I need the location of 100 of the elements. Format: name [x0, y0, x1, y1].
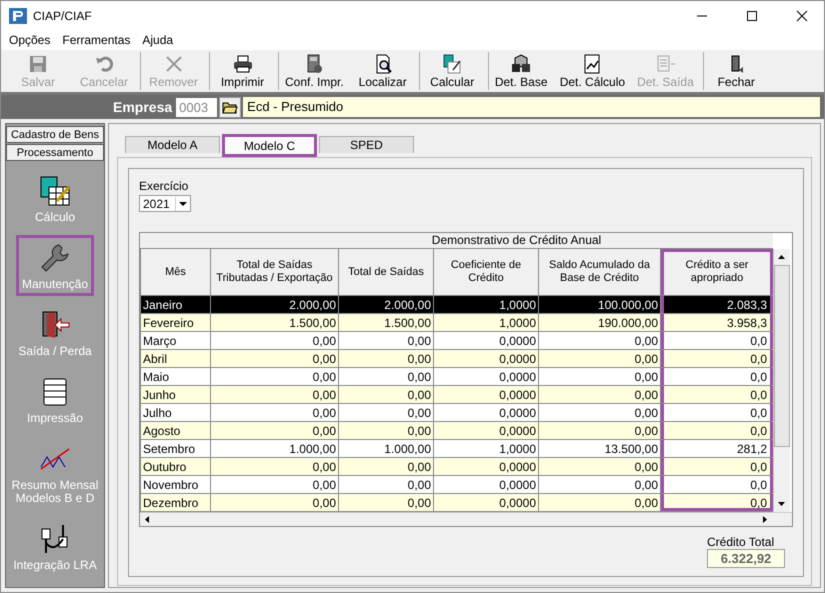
- menu-item[interactable]: Opções: [3, 33, 56, 47]
- table-cell: 0,0: [660, 332, 773, 350]
- table-cell: 0,00: [210, 494, 338, 512]
- table-cell: 0,0000: [434, 386, 538, 404]
- company-name-field[interactable]: Ecd - Presumido: [243, 97, 820, 117]
- app-logo-icon: [9, 8, 27, 24]
- toolbar-button[interactable]: Det. Base: [488, 52, 554, 90]
- table-cell: 2.083,3: [660, 296, 773, 314]
- table-cell: 0,00: [338, 422, 434, 440]
- table-cell: 0,00: [338, 476, 434, 494]
- table-cell: 0,0000: [434, 332, 538, 350]
- table-cell: 0,00: [210, 476, 338, 494]
- table-cell: Agosto: [140, 422, 210, 440]
- table-cell: 0,00: [338, 368, 434, 386]
- toolbar-button[interactable]: Fechar: [702, 52, 769, 90]
- toolbar-button[interactable]: Conf. Impr.: [278, 52, 350, 90]
- sidebar-section-button[interactable]: Cadastro de Bens: [6, 126, 104, 143]
- table-cell: Março: [140, 332, 210, 350]
- table-cell: 0,00: [538, 332, 660, 350]
- table-cell: 0,00: [210, 404, 338, 422]
- column-header[interactable]: Coeficiente de Crédito: [434, 249, 538, 296]
- table-cell: 0,0: [660, 494, 773, 512]
- table-cell: 0,00: [338, 458, 434, 476]
- table-cell: 2.000,00: [338, 296, 434, 314]
- table-cell: Julho: [140, 404, 210, 422]
- table-cell: 3.958,3: [660, 314, 773, 332]
- table-cell: 2.000,00: [210, 296, 338, 314]
- floppy-icon: [27, 54, 49, 74]
- table-cell: Dezembro: [140, 494, 210, 512]
- table-cell: 0,00: [538, 422, 660, 440]
- table-cell: 1.500,00: [338, 314, 434, 332]
- total-label: Crédito Total: [707, 535, 776, 549]
- table-cell: 0,0: [660, 422, 773, 440]
- menu-item[interactable]: Ferramentas: [56, 33, 136, 47]
- table-cell: 0,00: [538, 404, 660, 422]
- table-cell: 1.000,00: [338, 440, 434, 458]
- table-cell: 0,0: [660, 350, 773, 368]
- window-title: CIAP/CIAF: [33, 8, 92, 22]
- table-cell: 0,0000: [434, 494, 538, 512]
- sidebar-section-button[interactable]: Processamento: [6, 144, 104, 161]
- table-cell: 0,0: [660, 368, 773, 386]
- column-header[interactable]: Total de Saídas: [338, 249, 434, 296]
- table-cell: 0,00: [538, 350, 660, 368]
- tab[interactable]: SPED: [319, 136, 414, 153]
- maximize-icon[interactable]: [746, 10, 758, 22]
- printer-icon: [232, 54, 254, 74]
- table-cell: 0,00: [538, 386, 660, 404]
- tab[interactable]: Modelo C: [222, 134, 317, 157]
- table-cell: Janeiro: [140, 296, 210, 314]
- table-cell: 1,0000: [434, 440, 538, 458]
- tab[interactable]: Modelo A: [125, 136, 220, 153]
- column-header[interactable]: Mês: [140, 249, 210, 296]
- table-cell: 0,00: [538, 494, 660, 512]
- table-cell: Junho: [140, 386, 210, 404]
- table-cell: 0,00: [338, 350, 434, 368]
- table-cell: Maio: [140, 368, 210, 386]
- table-cell: 0,00: [338, 332, 434, 350]
- toolbar-button[interactable]: Imprimir: [209, 52, 275, 90]
- table-cell: 1.500,00: [210, 314, 338, 332]
- year-dropdown[interactable]: 2021: [139, 195, 191, 212]
- open-folder-button[interactable]: [219, 96, 242, 118]
- table-cell: Fevereiro: [140, 314, 210, 332]
- table-cell: 0,0000: [434, 350, 538, 368]
- caret-icon: [175, 196, 190, 210]
- table-cell: 1,0000: [434, 314, 538, 332]
- table-cell: 13.500,00: [538, 440, 660, 458]
- table-cell: 0,00: [338, 494, 434, 512]
- calculator-icon: [441, 54, 464, 74]
- year-label: Exercício: [139, 179, 190, 193]
- folder-icon: [222, 100, 238, 114]
- wrench-icon: [39, 242, 71, 274]
- toolbar-button[interactable]: Calcular: [418, 52, 485, 90]
- company-code-field[interactable]: 0003: [176, 98, 218, 116]
- horizontal-scrollbar[interactable]: [140, 512, 792, 526]
- column-header[interactable]: Crédito a ser apropriado: [660, 249, 773, 296]
- table-cell: 0,0000: [434, 422, 538, 440]
- table-cell: Outubro: [140, 458, 210, 476]
- table-cell: 0,0: [660, 476, 773, 494]
- menu-item[interactable]: Ajuda: [136, 33, 180, 47]
- toolbar-button[interactable]: Det. Cálculo: [554, 52, 632, 90]
- table-cell: 190.000,00: [538, 314, 660, 332]
- column-header[interactable]: Saldo Acumulado da Base de Crédito: [538, 249, 660, 296]
- table-cell: 281,2: [660, 440, 773, 458]
- column-header[interactable]: Total de Saídas Tributadas / Exportação: [210, 249, 338, 296]
- table-cell: 0,0000: [434, 476, 538, 494]
- table-cell: 0,00: [210, 458, 338, 476]
- table-cell: 0,0: [660, 404, 773, 422]
- table-cell: 0,00: [538, 458, 660, 476]
- company-label: Empresa: [113, 99, 174, 115]
- table-title: Demonstrativo de Crédito Anual: [140, 233, 773, 249]
- table-cell: 0,0: [660, 458, 773, 476]
- table-cell: 1.000,00: [210, 440, 338, 458]
- table-cell: 0,0: [660, 386, 773, 404]
- vertical-scrollbar[interactable]: [773, 249, 790, 512]
- table-cell: 0,00: [210, 422, 338, 440]
- toolbar-button[interactable]: Localizar: [350, 52, 416, 90]
- close-icon[interactable]: [796, 10, 808, 22]
- table-cell: 0,00: [210, 386, 338, 404]
- table-cell: 1,0000: [434, 296, 538, 314]
- table-cell: Abril: [140, 350, 210, 368]
